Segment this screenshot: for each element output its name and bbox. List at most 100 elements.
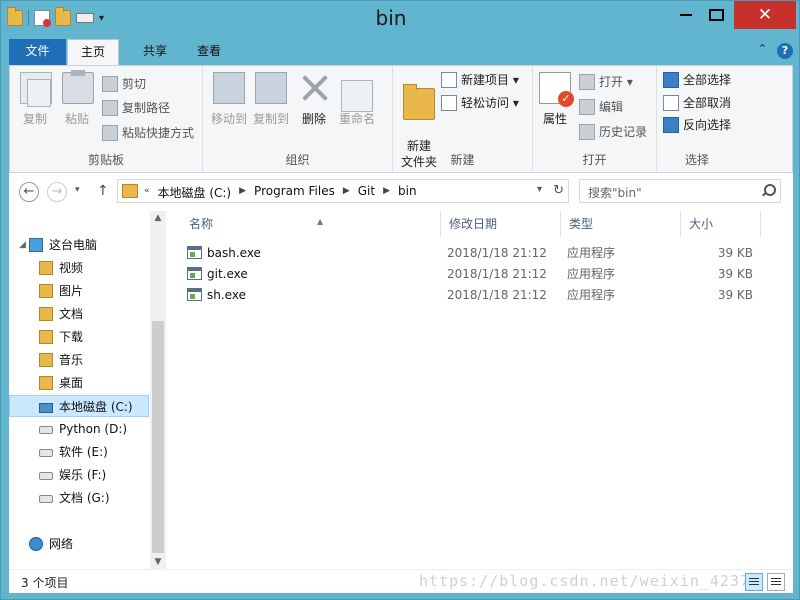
refresh-icon[interactable]: ↻ bbox=[553, 183, 564, 198]
minimize-button[interactable] bbox=[670, 1, 701, 29]
invert-selection-icon bbox=[663, 117, 679, 133]
chevron-right-icon[interactable]: ▶ bbox=[239, 184, 246, 201]
tree-item-drive-e[interactable]: 软件 (E:) bbox=[9, 441, 149, 463]
tree-item-desktop[interactable]: 桌面 bbox=[9, 372, 149, 394]
tree-item-label: 下载 bbox=[59, 330, 84, 344]
paste-button[interactable]: 粘贴 bbox=[62, 70, 94, 127]
up-arrow-icon[interactable]: ↑ bbox=[97, 183, 109, 199]
forward-button[interactable]: → bbox=[47, 182, 67, 202]
search-input[interactable]: 搜索"bin" bbox=[579, 179, 781, 203]
ribbon-tabs: 文件 主页 共享 查看 ⌃ ? bbox=[9, 39, 793, 66]
recent-locations-icon[interactable]: ▾ bbox=[75, 185, 80, 195]
nav-scrollbar[interactable]: ▲ ▼ bbox=[150, 211, 166, 569]
copy-path-label: 复制路径 bbox=[122, 101, 171, 115]
table-row[interactable]: sh.exe 2018/1/18 21:12 应用程序 39 KB bbox=[169, 285, 793, 306]
paste-shortcut-button[interactable]: 粘贴快捷方式 bbox=[102, 123, 194, 143]
minimize-icon bbox=[679, 14, 692, 16]
edit-button[interactable]: 编辑 bbox=[579, 97, 623, 117]
breadcrumb-item[interactable]: bin bbox=[398, 184, 417, 201]
select-all-icon bbox=[663, 72, 679, 88]
scrollbar-thumb[interactable] bbox=[152, 321, 164, 553]
tree-item-drive-f[interactable]: 娱乐 (F:) bbox=[9, 464, 149, 486]
tree-item-downloads[interactable]: 下载 bbox=[9, 326, 149, 348]
navigation-pane: ◢ 这台电脑 视频 图片 文档 下载 音乐 桌面 本地磁盘 (C:) Pytho… bbox=[9, 211, 166, 569]
tab-share[interactable]: 共享 bbox=[129, 39, 181, 65]
breadcrumb-item[interactable]: Program Files bbox=[254, 184, 335, 201]
copy-to-icon bbox=[255, 72, 287, 104]
maximize-button[interactable] bbox=[701, 1, 732, 29]
open-group: 属性 打开 ▾ 编辑 历史记录 打开 bbox=[533, 66, 657, 172]
chevron-down-icon[interactable]: ◢ bbox=[19, 234, 26, 256]
help-icon[interactable]: ? bbox=[777, 43, 793, 59]
copy-path-icon bbox=[102, 100, 118, 116]
back-button[interactable]: ← bbox=[19, 182, 39, 202]
history-button[interactable]: 历史记录 bbox=[579, 122, 647, 142]
tree-item-label: 图片 bbox=[59, 284, 84, 298]
tree-item-pictures[interactable]: 图片 bbox=[9, 280, 149, 302]
open-button[interactable]: 打开 ▾ bbox=[579, 72, 633, 92]
easy-access-button[interactable]: 轻松访问 ▾ bbox=[441, 93, 519, 113]
paste-shortcut-label: 粘贴快捷方式 bbox=[122, 126, 195, 140]
easy-access-icon bbox=[441, 95, 457, 111]
select-all-button[interactable]: 全部选择 bbox=[663, 70, 731, 90]
chevron-down-icon[interactable]: ▼ bbox=[150, 557, 166, 567]
tab-view[interactable]: 查看 bbox=[183, 39, 235, 65]
item-count: 3 个项目 bbox=[21, 576, 69, 590]
delete-button[interactable]: 删除 bbox=[299, 72, 329, 127]
chevron-right-icon[interactable]: ▶ bbox=[383, 184, 390, 201]
paste-shortcut-icon bbox=[102, 125, 118, 141]
table-row[interactable]: git.exe 2018/1/18 21:12 应用程序 39 KB bbox=[169, 264, 793, 285]
window-title: bin bbox=[375, 6, 407, 30]
chevron-up-icon[interactable]: ▲ bbox=[150, 213, 166, 223]
close-button[interactable]: ✕ bbox=[734, 1, 796, 29]
breadcrumb-overflow-icon[interactable]: « bbox=[144, 184, 150, 201]
tab-home[interactable]: 主页 bbox=[67, 39, 119, 66]
column-header-name[interactable]: 名称 ▲ bbox=[181, 211, 441, 237]
new-folder-icon bbox=[403, 84, 435, 120]
tree-item-label: Python (D:) bbox=[59, 422, 128, 436]
tab-file[interactable]: 文件 bbox=[9, 39, 66, 65]
search-icon[interactable] bbox=[762, 184, 776, 196]
chevron-right-icon[interactable]: ▶ bbox=[343, 184, 350, 201]
properties-button[interactable]: 属性 bbox=[539, 72, 574, 127]
move-to-button[interactable]: 移动到 bbox=[209, 72, 249, 127]
select-none-label: 全部取消 bbox=[683, 96, 732, 110]
table-row[interactable]: bash.exe 2018/1/18 21:12 应用程序 39 KB bbox=[169, 243, 793, 264]
explorer-window: ▾ bin ✕ 文件 主页 共享 查看 ⌃ ? 复制 粘贴 剪切 复制路径 粘贴… bbox=[0, 0, 800, 600]
folder-icon bbox=[39, 284, 53, 298]
select-none-button[interactable]: 全部取消 bbox=[663, 93, 731, 113]
invert-selection-button[interactable]: 反向选择 bbox=[663, 115, 731, 135]
details-view-button[interactable] bbox=[745, 573, 763, 591]
column-header-label: 大小 bbox=[689, 217, 714, 231]
paste-icon bbox=[62, 70, 94, 104]
tree-item-documents[interactable]: 文档 bbox=[9, 303, 149, 325]
column-header-date[interactable]: 修改日期 bbox=[441, 211, 561, 237]
copy-to-button[interactable]: 复制到 bbox=[251, 72, 291, 127]
organize-group-label: 组织 bbox=[285, 153, 310, 167]
file-date: 2018/1/18 21:12 bbox=[447, 267, 547, 281]
copy-label: 复制 bbox=[22, 112, 47, 126]
tree-item-drive-g[interactable]: 文档 (G:) bbox=[9, 487, 149, 509]
title-bar: ▾ bin ✕ bbox=[1, 1, 800, 38]
tree-item-drive-c[interactable]: 本地磁盘 (C:) bbox=[9, 395, 149, 417]
tree-item-drive-d[interactable]: Python (D:) bbox=[9, 418, 149, 440]
large-icons-view-button[interactable] bbox=[767, 573, 785, 591]
collapse-ribbon-icon[interactable]: ⌃ bbox=[758, 42, 767, 55]
copy-path-button[interactable]: 复制路径 bbox=[102, 98, 170, 118]
rename-button[interactable]: 重命名 bbox=[337, 72, 377, 127]
breadcrumb-item[interactable]: 本地磁盘 (C:) bbox=[158, 184, 232, 201]
cut-button[interactable]: 剪切 bbox=[102, 74, 146, 94]
tree-item-this-pc[interactable]: ◢ 这台电脑 bbox=[9, 234, 149, 256]
breadcrumb-item[interactable]: Git bbox=[358, 184, 375, 201]
file-size: 39 KB bbox=[717, 267, 753, 281]
new-item-button[interactable]: 新建项目 ▾ bbox=[441, 70, 519, 90]
tree-item-music[interactable]: 音乐 bbox=[9, 349, 149, 371]
tree-item-videos[interactable]: 视频 bbox=[9, 257, 149, 279]
column-header-type[interactable]: 类型 bbox=[561, 211, 681, 237]
address-bar[interactable]: « 本地磁盘 (C:) ▶ Program Files ▶ Git ▶ bin … bbox=[117, 179, 569, 203]
column-header-size[interactable]: 大小 bbox=[681, 211, 761, 237]
chevron-down-icon[interactable]: ▾ bbox=[537, 184, 542, 195]
tree-item-network[interactable]: 网络 bbox=[9, 533, 149, 555]
copy-button[interactable]: 复制 bbox=[20, 72, 52, 127]
breadcrumb: « 本地磁盘 (C:) ▶ Program Files ▶ Git ▶ bin bbox=[144, 184, 417, 201]
